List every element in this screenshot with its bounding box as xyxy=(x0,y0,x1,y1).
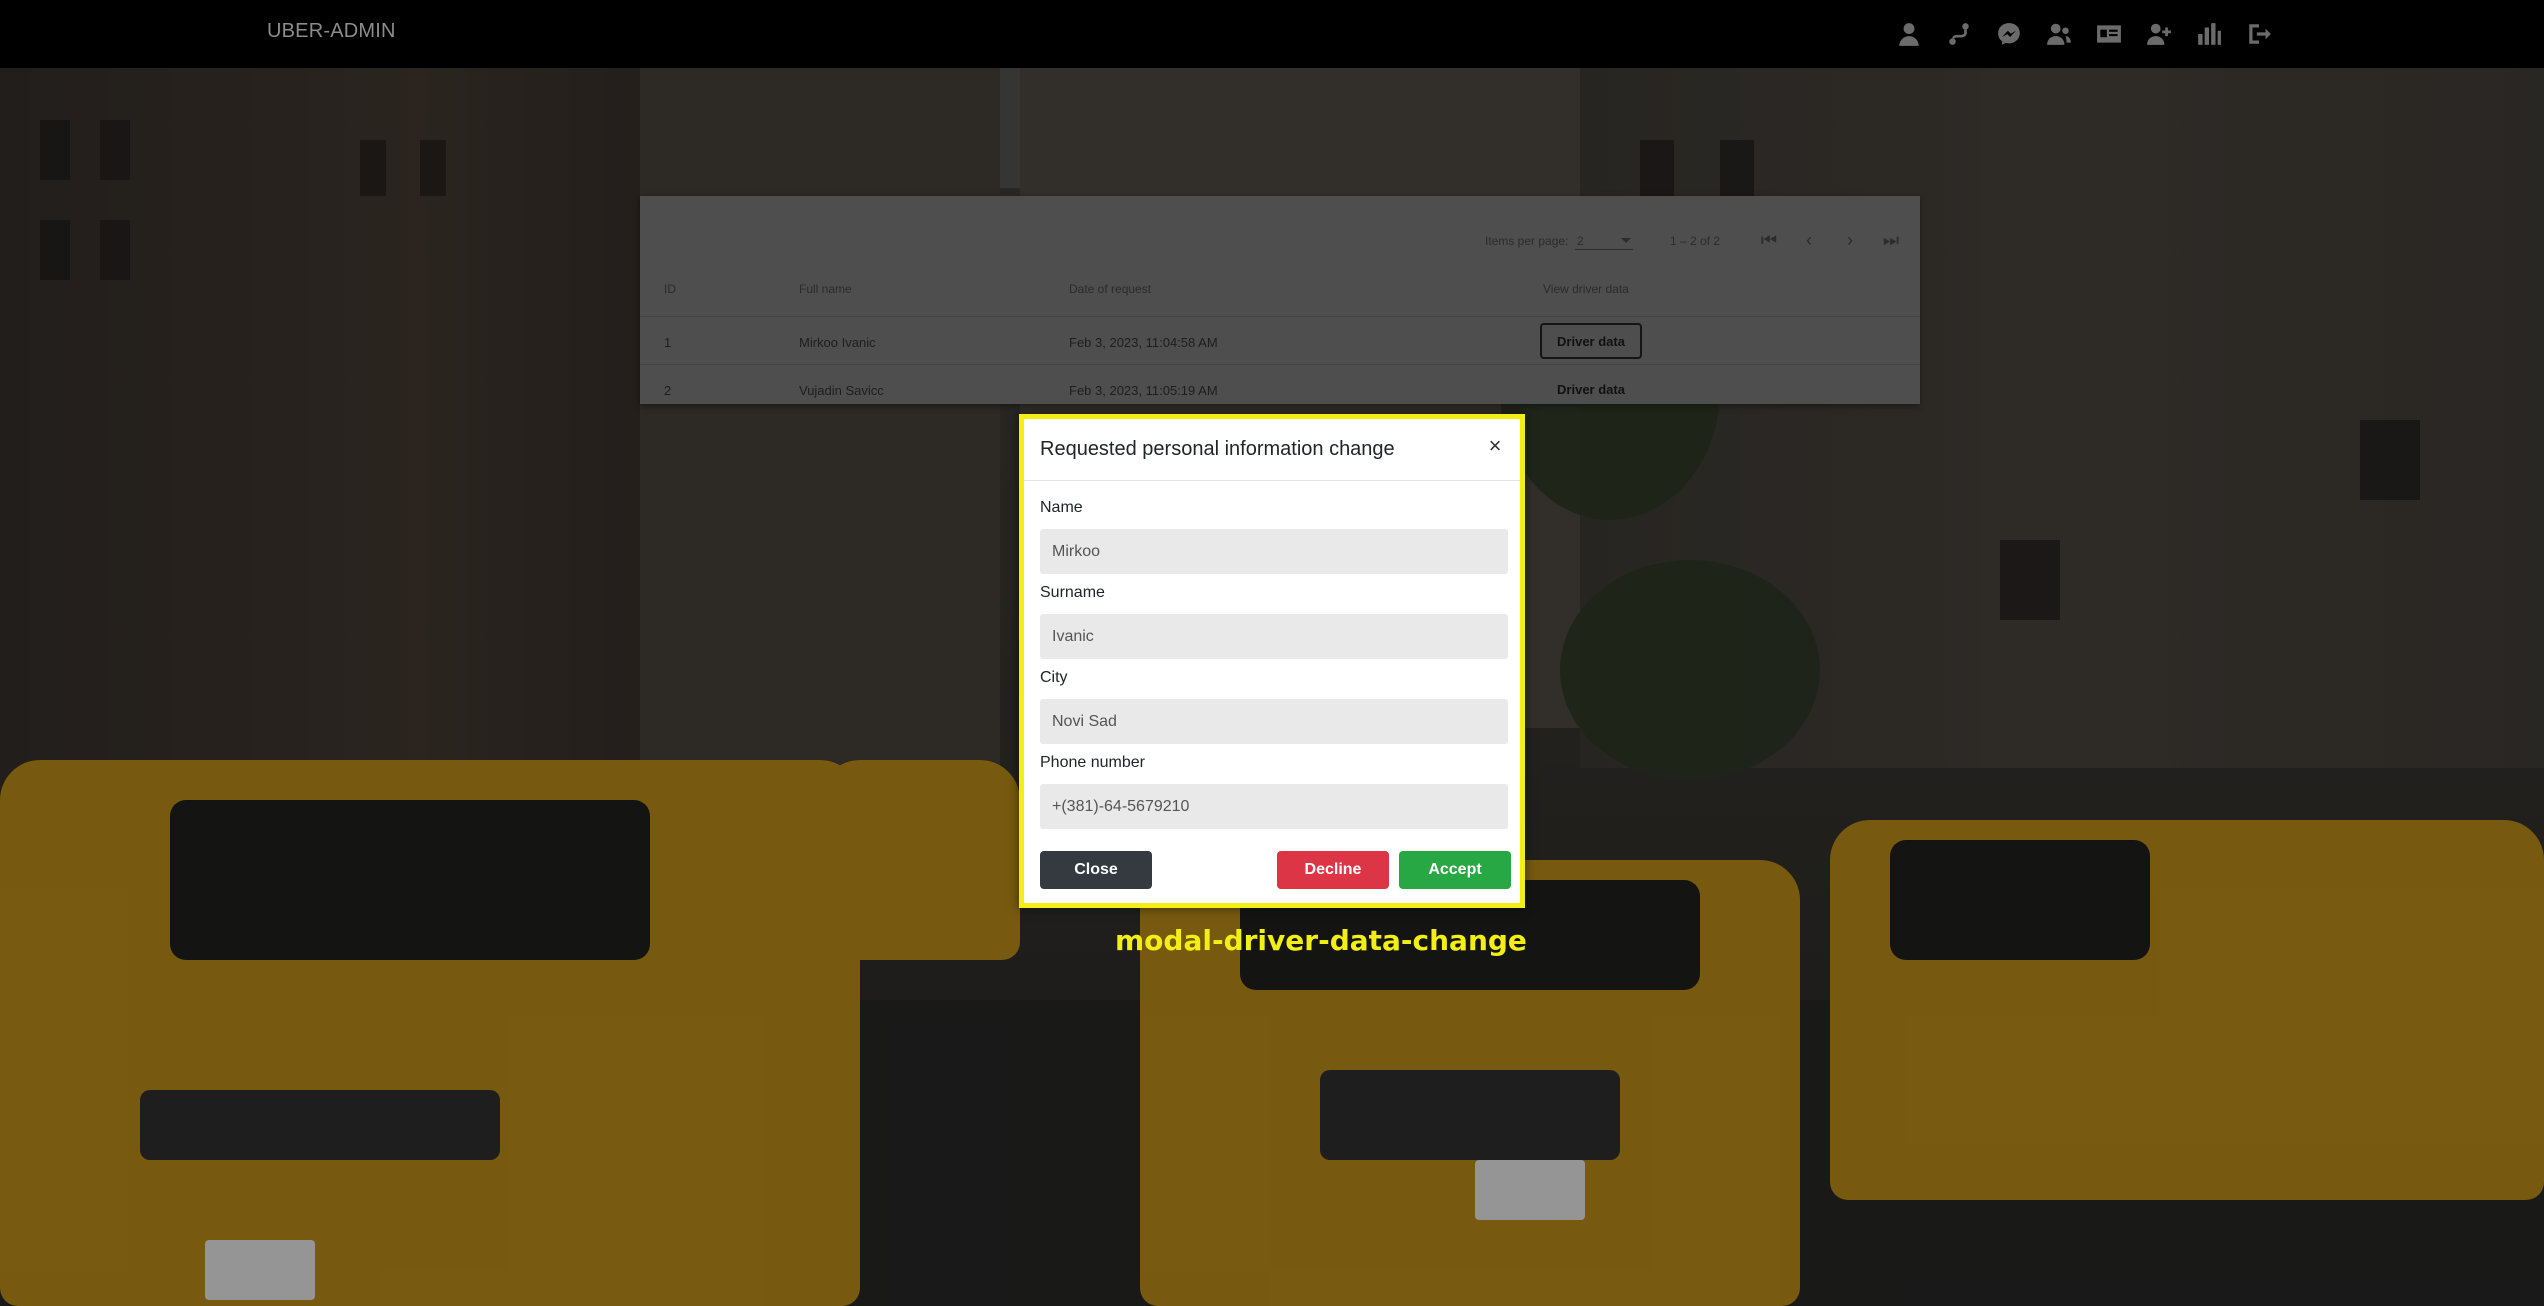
app-brand[interactable]: UBER-ADMIN xyxy=(267,20,396,43)
messenger-icon[interactable] xyxy=(1993,18,2025,50)
cell-full-name: Vujadin Savicc xyxy=(799,383,884,398)
first-page-icon[interactable]: ⏮ xyxy=(1755,226,1783,254)
table-header-row: ID Full name Date of request View driver… xyxy=(640,260,1920,316)
modal-header: Requested personal information change × xyxy=(1024,419,1520,481)
surname-field[interactable] xyxy=(1040,614,1508,659)
cell-full-name: Mirkoo Ivanic xyxy=(799,335,876,350)
table-row: 1 Mirkoo Ivanic Feb 3, 2023, 11:04:58 AM… xyxy=(640,316,1920,364)
modal-caption: modal-driver-data-change xyxy=(1115,924,1527,957)
name-field[interactable] xyxy=(1040,529,1508,574)
requests-table-card: Items per page: 2 1 – 2 of 2 ⏮ ‹ › ⏭ ID … xyxy=(640,196,1920,404)
driver-data-button[interactable]: Driver data xyxy=(1540,323,1642,359)
id-card-icon[interactable] xyxy=(2093,18,2125,50)
column-header-id: ID xyxy=(664,282,676,296)
column-header-full-name: Full name xyxy=(799,282,852,296)
modal-driver-data-change: Requested personal information change × … xyxy=(1019,414,1525,908)
top-navbar: UBER-ADMIN xyxy=(0,0,2544,68)
driver-route-icon[interactable] xyxy=(1943,18,1975,50)
bar-chart-icon[interactable] xyxy=(2193,18,2225,50)
user-icon[interactable] xyxy=(1893,18,1925,50)
cell-date: Feb 3, 2023, 11:05:19 AM xyxy=(1069,383,1218,398)
phone-label: Phone number xyxy=(1040,754,1145,771)
page-range-label: 1 – 2 of 2 xyxy=(1670,234,1721,248)
accept-button[interactable]: Accept xyxy=(1399,851,1511,889)
close-button[interactable]: Close xyxy=(1040,851,1152,889)
modal-title: Requested personal information change xyxy=(1040,438,1395,460)
paginator: Items per page: 2 1 – 2 of 2 ⏮ ‹ › ⏭ xyxy=(640,214,1920,254)
name-label: Name xyxy=(1040,499,1083,516)
add-user-icon[interactable] xyxy=(2143,18,2175,50)
driver-data-button[interactable]: Driver data xyxy=(1540,371,1642,407)
items-per-page-select[interactable]: 2 xyxy=(1575,228,1633,250)
cell-id: 2 xyxy=(664,383,672,398)
nav-icon-group xyxy=(1893,18,2275,50)
column-header-view: View driver data xyxy=(1543,282,1629,296)
phone-field[interactable] xyxy=(1040,784,1508,829)
column-header-date: Date of request xyxy=(1069,282,1152,296)
users-icon[interactable] xyxy=(2043,18,2075,50)
close-icon[interactable]: × xyxy=(1484,435,1506,457)
cell-id: 1 xyxy=(664,335,672,350)
decline-button[interactable]: Decline xyxy=(1277,851,1389,889)
requests-table: ID Full name Date of request View driver… xyxy=(640,260,1920,412)
next-page-icon[interactable]: › xyxy=(1836,226,1864,254)
last-page-icon[interactable]: ⏭ xyxy=(1877,226,1905,254)
city-field[interactable] xyxy=(1040,699,1508,744)
chevron-down-icon xyxy=(1621,238,1631,243)
surname-label: Surname xyxy=(1040,584,1105,601)
city-label: City xyxy=(1040,669,1068,686)
previous-page-icon[interactable]: ‹ xyxy=(1795,226,1823,254)
logout-icon[interactable] xyxy=(2243,18,2275,50)
table-row: 2 Vujadin Savicc Feb 3, 2023, 11:05:19 A… xyxy=(640,364,1920,412)
cell-date: Feb 3, 2023, 11:04:58 AM xyxy=(1069,335,1218,350)
items-per-page-label: Items per page: xyxy=(1485,234,1569,248)
